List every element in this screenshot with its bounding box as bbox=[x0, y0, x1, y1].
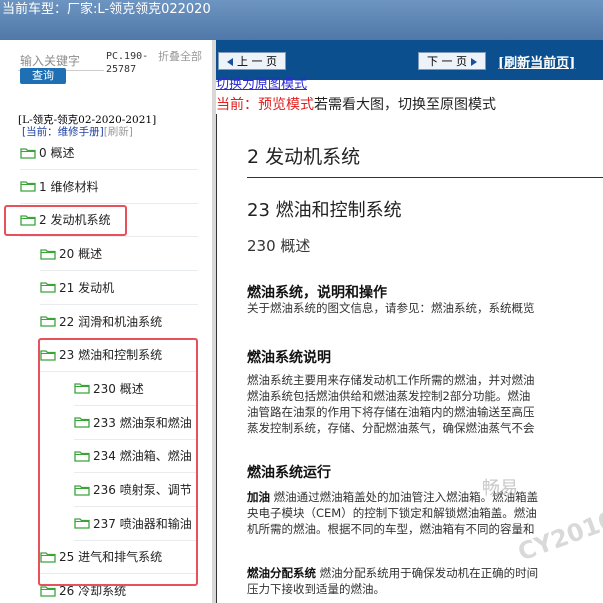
section-text: 蒸发控制系统，存储、分配燃油蒸气，确保燃油蒸气不会 bbox=[247, 421, 535, 435]
tree-node[interactable]: 21 发动机 bbox=[40, 271, 198, 305]
section-text: 压力下接收到适量的燃油。 bbox=[247, 581, 603, 597]
section-text: 关于燃油系统的图文信息，请参见：燃油系统，系统概览 bbox=[247, 301, 535, 315]
refresh-page-link[interactable]: [刷新当前页] bbox=[498, 52, 575, 71]
tree-node[interactable]: 22 润滑和机油系统 bbox=[40, 305, 198, 339]
section-heading: 燃油系统运行 bbox=[247, 465, 331, 481]
highlight-fuel-control bbox=[38, 338, 198, 586]
folder-icon bbox=[40, 248, 56, 260]
inline-text: 央电子模块（CEM）的控制下锁定和解锁燃油箱盖。燃油 bbox=[247, 506, 537, 520]
doc-subtitle: 23 燃油和控制系统 bbox=[247, 200, 402, 221]
prev-page-button[interactable]: 上 一 页 bbox=[218, 52, 286, 70]
section-text: 燃油分配系统 燃油分配系统用于确保发动机在正确的时间 bbox=[247, 565, 603, 581]
tree-node[interactable]: 20 概述 bbox=[40, 237, 198, 272]
section-text: 燃油系统主要用来存储发动机工作所需的燃油，并对燃油 bbox=[247, 373, 535, 387]
section-text: 燃油系统包括燃油供给和燃油蒸发控制2部分功能。燃油 bbox=[247, 389, 531, 403]
watermark-text: 畅易 bbox=[482, 478, 518, 499]
section-text: 央电子模块（CEM）的控制下锁定和解锁燃油箱盖。燃油 bbox=[247, 505, 603, 521]
inline-text: 燃油分配系统用于确保发动机在正确的时间 bbox=[316, 566, 539, 580]
prev-page-label: 上 一 页 bbox=[237, 55, 277, 68]
inline-text: 压力下接收到适量的燃油。 bbox=[247, 582, 385, 596]
pc-code: PC.190-25787 bbox=[106, 51, 149, 75]
document-edge bbox=[216, 114, 217, 603]
inline-text: 机所需的燃油。根据不同的车型，燃油箱有不同的容量和 bbox=[247, 522, 535, 536]
document-view: 2 发动机系统 23 燃油和控制系统 230 概述 燃油系统，说明和操作 关于燃… bbox=[216, 114, 603, 603]
switch-original-mode-link[interactable]: 切换为原图模式 bbox=[216, 78, 307, 92]
query-button[interactable]: 查询 bbox=[20, 68, 66, 84]
doc-title: 2 发动机系统 bbox=[247, 146, 361, 168]
page-nav-bar: 上 一 页 下 一 页 [刷新当前页] bbox=[216, 40, 603, 80]
tree-node-label: 20 概述 bbox=[59, 247, 103, 262]
folder-icon bbox=[40, 315, 56, 327]
next-arrow-icon bbox=[471, 58, 477, 66]
tree-node[interactable]: 1 维修材料 bbox=[20, 170, 198, 204]
inline-bold: 燃油分配系统 bbox=[247, 566, 316, 580]
highlight-engine-system bbox=[4, 205, 127, 236]
doc-title-rule bbox=[247, 177, 603, 178]
title-bar: 当前车型：厂家:L-领克领克022020 bbox=[0, 0, 603, 40]
inline-bold: 加油 bbox=[247, 490, 270, 504]
fold-all-link[interactable]: 折叠全部 bbox=[158, 50, 202, 63]
prev-arrow-icon bbox=[227, 58, 233, 66]
title-bar-text: 当前车型：厂家:L-领克领克022020 bbox=[2, 2, 211, 17]
section-heading: 燃油系统，说明和操作 bbox=[247, 285, 387, 301]
sidebar: 查询 PC.190-25787 折叠全部 [L-领克-领克02-2020-202… bbox=[0, 40, 213, 603]
search-area: 查询 PC.190-25787 折叠全部 bbox=[0, 40, 212, 100]
next-page-label: 下 一 页 bbox=[427, 55, 467, 68]
mode-notice: 当前：预览模式若需看大图，切换至原图模式 bbox=[216, 94, 496, 114]
content-panel: 上 一 页 下 一 页 [刷新当前页] 切换为原图模式 当前：预览模式若需看大图… bbox=[216, 40, 603, 603]
tree-node-label: 1 维修材料 bbox=[39, 179, 99, 194]
tree-node-label: 0 概述 bbox=[39, 146, 75, 160]
section-text: 加油 燃油通过燃油箱盖处的加油管注入燃油箱。燃油箱盖 bbox=[247, 489, 603, 505]
mode-notice-suffix: 若需看大图，切换至原图模式 bbox=[314, 97, 496, 113]
folder-icon bbox=[40, 585, 56, 597]
folder-icon bbox=[20, 180, 36, 192]
folder-icon bbox=[40, 281, 56, 293]
next-page-button[interactable]: 下 一 页 bbox=[418, 52, 486, 70]
section-text: 油管路在油泵的作用下将存储在油箱内的燃油输送至高压 bbox=[247, 405, 535, 419]
doc-section-title: 230 概述 bbox=[247, 237, 311, 255]
tree-node-label: 21 发动机 bbox=[59, 280, 115, 295]
tree-node[interactable]: 0 概述 bbox=[20, 136, 198, 170]
folder-icon bbox=[20, 147, 36, 159]
tree-node-label: 22 润滑和机油系统 bbox=[59, 314, 163, 329]
mode-notice-prefix: 当前：预览模式 bbox=[216, 97, 314, 113]
section-heading: 燃油系统说明 bbox=[247, 350, 331, 366]
